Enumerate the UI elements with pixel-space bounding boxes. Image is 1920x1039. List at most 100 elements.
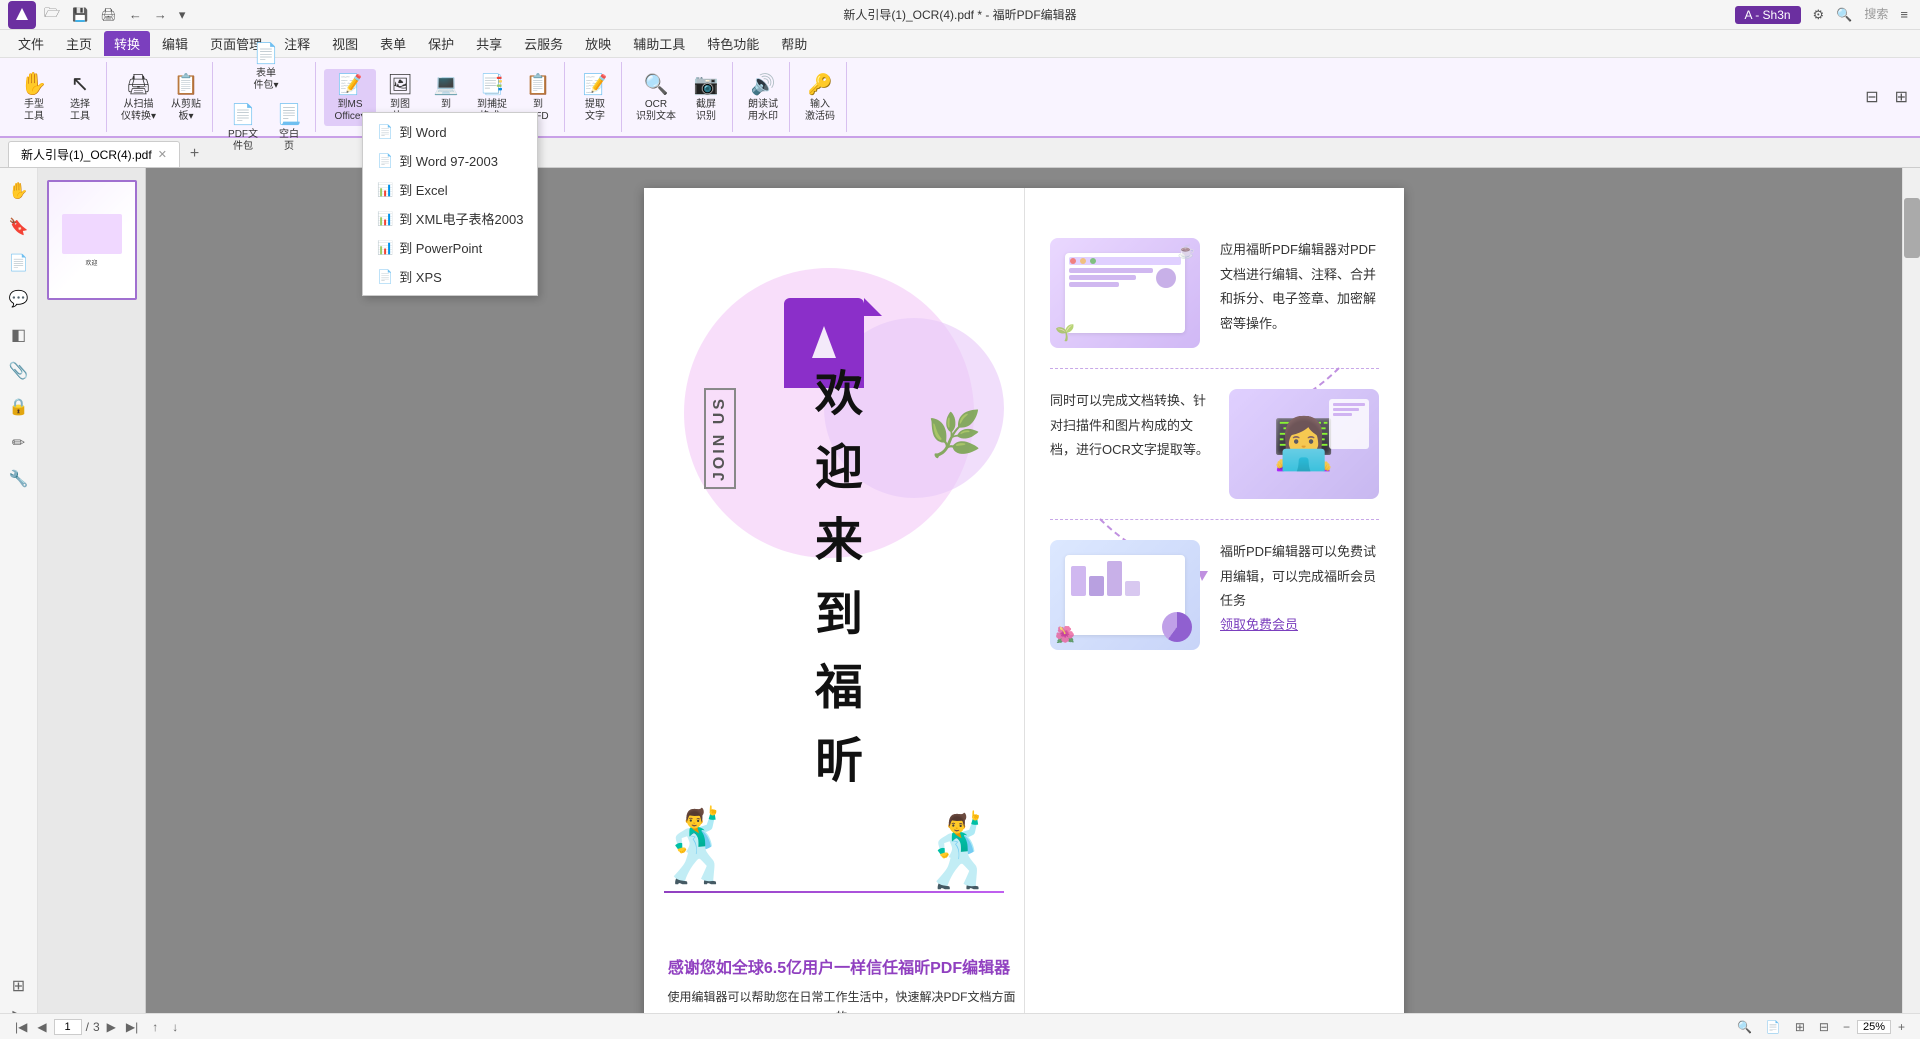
zoom-search-icon[interactable]: 🔍: [1734, 1020, 1755, 1034]
menu-form[interactable]: 表单: [370, 31, 416, 56]
clipboard-btn[interactable]: 📋 从剪贴板▾: [164, 69, 208, 126]
to-powerpoint-item[interactable]: 📊 到 PowerPoint: [363, 233, 537, 262]
capture-icon: 📑: [480, 72, 505, 97]
to-excel-label: 到 Excel: [399, 180, 447, 199]
search-bar-top: 搜索: [1860, 5, 1892, 25]
to-xps-item[interactable]: 📄 到 XPS: [363, 262, 537, 291]
screenshot-icon: 📷: [694, 72, 719, 97]
welcome-char-1: 欢: [807, 368, 860, 422]
first-page-btn[interactable]: |◀: [12, 1020, 30, 1034]
to-word-item[interactable]: 📄 到 Word: [363, 117, 537, 146]
to-xml-item[interactable]: 📊 到 XML电子表格2003: [363, 204, 537, 233]
scan-btn[interactable]: 🖨 从扫描仪转换▾: [115, 69, 162, 126]
first-spread-btn[interactable]: ↑: [149, 1020, 161, 1034]
plant-deco-1: 🌱: [1055, 323, 1075, 343]
sidebar-pages-panel-icon[interactable]: ⊞: [4, 971, 34, 1001]
sidebar-hand-icon[interactable]: ✋: [4, 176, 34, 206]
page-separator: /: [86, 1020, 89, 1034]
menu-share[interactable]: 共享: [466, 31, 512, 56]
page-number-input[interactable]: [54, 1019, 82, 1035]
single-view-icon[interactable]: 📄: [1763, 1020, 1784, 1034]
fit-view-icon[interactable]: ⊟: [1816, 1020, 1832, 1034]
blank-icon: 📃: [277, 102, 302, 127]
screenshot-recognize-btn[interactable]: 📷 截屏识别: [684, 69, 728, 126]
menu-convert[interactable]: 转换: [104, 31, 150, 56]
excel-icon: 📊: [377, 182, 393, 198]
add-tab-btn[interactable]: +: [182, 141, 207, 167]
pdf-files-btn[interactable]: 📄 PDF文件包: [221, 99, 265, 156]
grid-view-icon[interactable]: ⊞: [1792, 1020, 1808, 1034]
more-options-icon[interactable]: ≡: [1896, 5, 1912, 25]
to-word97-item[interactable]: 📄 到 Word 97-2003: [363, 146, 537, 175]
ocr-recognize-btn[interactable]: 🔍 OCR识别文本: [630, 69, 682, 126]
key-icon: 🔑: [808, 72, 833, 97]
blank-page-btn[interactable]: 📃 空白页: [267, 99, 311, 156]
tb-save-btn[interactable]: 💾: [68, 5, 92, 25]
read-aloud-btn[interactable]: 🔊 朗读试用水印: [741, 69, 785, 126]
sidebar-security-icon[interactable]: 🔒: [4, 392, 34, 422]
zoom-in-btn[interactable]: +: [1895, 1020, 1908, 1034]
ribbon-group-activate: 🔑 输入激活码: [794, 62, 847, 132]
hand-tool-btn[interactable]: ✋ 手型工具: [12, 68, 56, 126]
pie-chart: [1162, 612, 1192, 642]
doc-line-1: [1333, 403, 1365, 406]
activate-btn[interactable]: 🔑 输入激活码: [798, 69, 842, 126]
last-page-btn[interactable]: ▶|: [123, 1020, 141, 1034]
single-page-view-btn[interactable]: ⊟: [1861, 85, 1882, 109]
free-member-link[interactable]: 领取免费会员: [1220, 617, 1298, 632]
menu-protect[interactable]: 保护: [418, 31, 464, 56]
close-tab-btn[interactable]: ✕: [158, 148, 167, 161]
side-circle: [1156, 268, 1176, 288]
to-powerpoint-label: 到 PowerPoint: [399, 238, 482, 257]
menu-help[interactable]: 帮助: [771, 31, 817, 56]
settings-icon[interactable]: ⚙: [1809, 5, 1829, 25]
tb-back-btn[interactable]: ←: [125, 5, 146, 24]
search-top-icon[interactable]: 🔍: [1832, 5, 1856, 25]
page-navigation: |◀ ◀ / 3 ▶ ▶|: [12, 1019, 141, 1035]
right-column: 🌱 ☕ 应用福昕PDF编辑器对PDF文档进行编辑、注释、合并和拆分、电子签章、加…: [1025, 188, 1404, 1039]
welcome-text: 欢 迎 来 到 福 昕: [809, 368, 857, 789]
ocr-icon: 🔍: [644, 72, 669, 97]
tb-forward-btn[interactable]: →: [150, 5, 171, 24]
doc-line-2: [1333, 408, 1359, 411]
menu-home[interactable]: 主页: [56, 31, 102, 56]
menu-slideshow[interactable]: 放映: [575, 31, 621, 56]
tb-open-btn[interactable]: 🗁: [40, 2, 64, 28]
menu-tools[interactable]: 辅助工具: [623, 31, 695, 56]
menu-special[interactable]: 特色功能: [697, 31, 769, 56]
to-excel-item[interactable]: 📊 到 Excel: [363, 175, 537, 204]
prev-page-btn[interactable]: ◀: [34, 1020, 49, 1034]
menu-cloud[interactable]: 云服务: [514, 31, 573, 56]
page-thumb-1[interactable]: 欢迎: [47, 180, 137, 300]
tb-print-btn[interactable]: 🖨: [96, 5, 121, 25]
hand-tool-label: 手型工具: [24, 99, 44, 123]
extract-text-btn[interactable]: 📝 提取文字: [573, 69, 617, 126]
dashboard-illus: [1065, 555, 1185, 635]
sidebar-signature-icon[interactable]: ✏: [4, 428, 34, 458]
multi-page-view-btn[interactable]: ⊞: [1891, 85, 1912, 109]
scroll-thumb[interactable]: [1904, 198, 1920, 258]
image-icon: 🖼: [387, 72, 412, 97]
window-controls: ⚙ 🔍 搜索 ≡: [1809, 5, 1912, 25]
form-btn[interactable]: 📄 表单件包▾: [244, 38, 288, 95]
tab-document[interactable]: 新人引导(1)_OCR(4).pdf ✕: [8, 141, 180, 167]
sidebar-attachment-icon[interactable]: 📎: [4, 356, 34, 386]
sidebar-bookmark-icon[interactable]: 🔖: [4, 212, 34, 242]
ribbon-group-tools: ✋ 手型工具 ↖ 选择工具: [8, 62, 107, 132]
sidebar-layers-icon[interactable]: ◧: [4, 320, 34, 350]
menu-view[interactable]: 视图: [322, 31, 368, 56]
next-page-btn[interactable]: ▶: [104, 1020, 119, 1034]
prev-spread-btn[interactable]: ↓: [169, 1020, 181, 1034]
zoom-input[interactable]: [1857, 1020, 1891, 1034]
sidebar-comment-icon[interactable]: 💬: [4, 284, 34, 314]
menu-edit[interactable]: 编辑: [152, 31, 198, 56]
sidebar-page-icon[interactable]: 📄: [4, 248, 34, 278]
title-bar-left: 🗁 💾 🖨 ← → ▾: [8, 1, 189, 29]
clipboard-icon: 📋: [174, 72, 199, 97]
zoom-out-btn[interactable]: −: [1840, 1020, 1853, 1034]
select-tool-btn[interactable]: ↖ 选择工具: [58, 68, 102, 126]
tb-more-btn[interactable]: ▾: [175, 5, 190, 25]
feature-item-1: 🌱 ☕ 应用福昕PDF编辑器对PDF文档进行编辑、注释、合并和拆分、电子签章、加…: [1050, 218, 1379, 369]
menu-file[interactable]: 文件: [8, 31, 54, 56]
sidebar-tool-icon[interactable]: 🔧: [4, 464, 34, 494]
